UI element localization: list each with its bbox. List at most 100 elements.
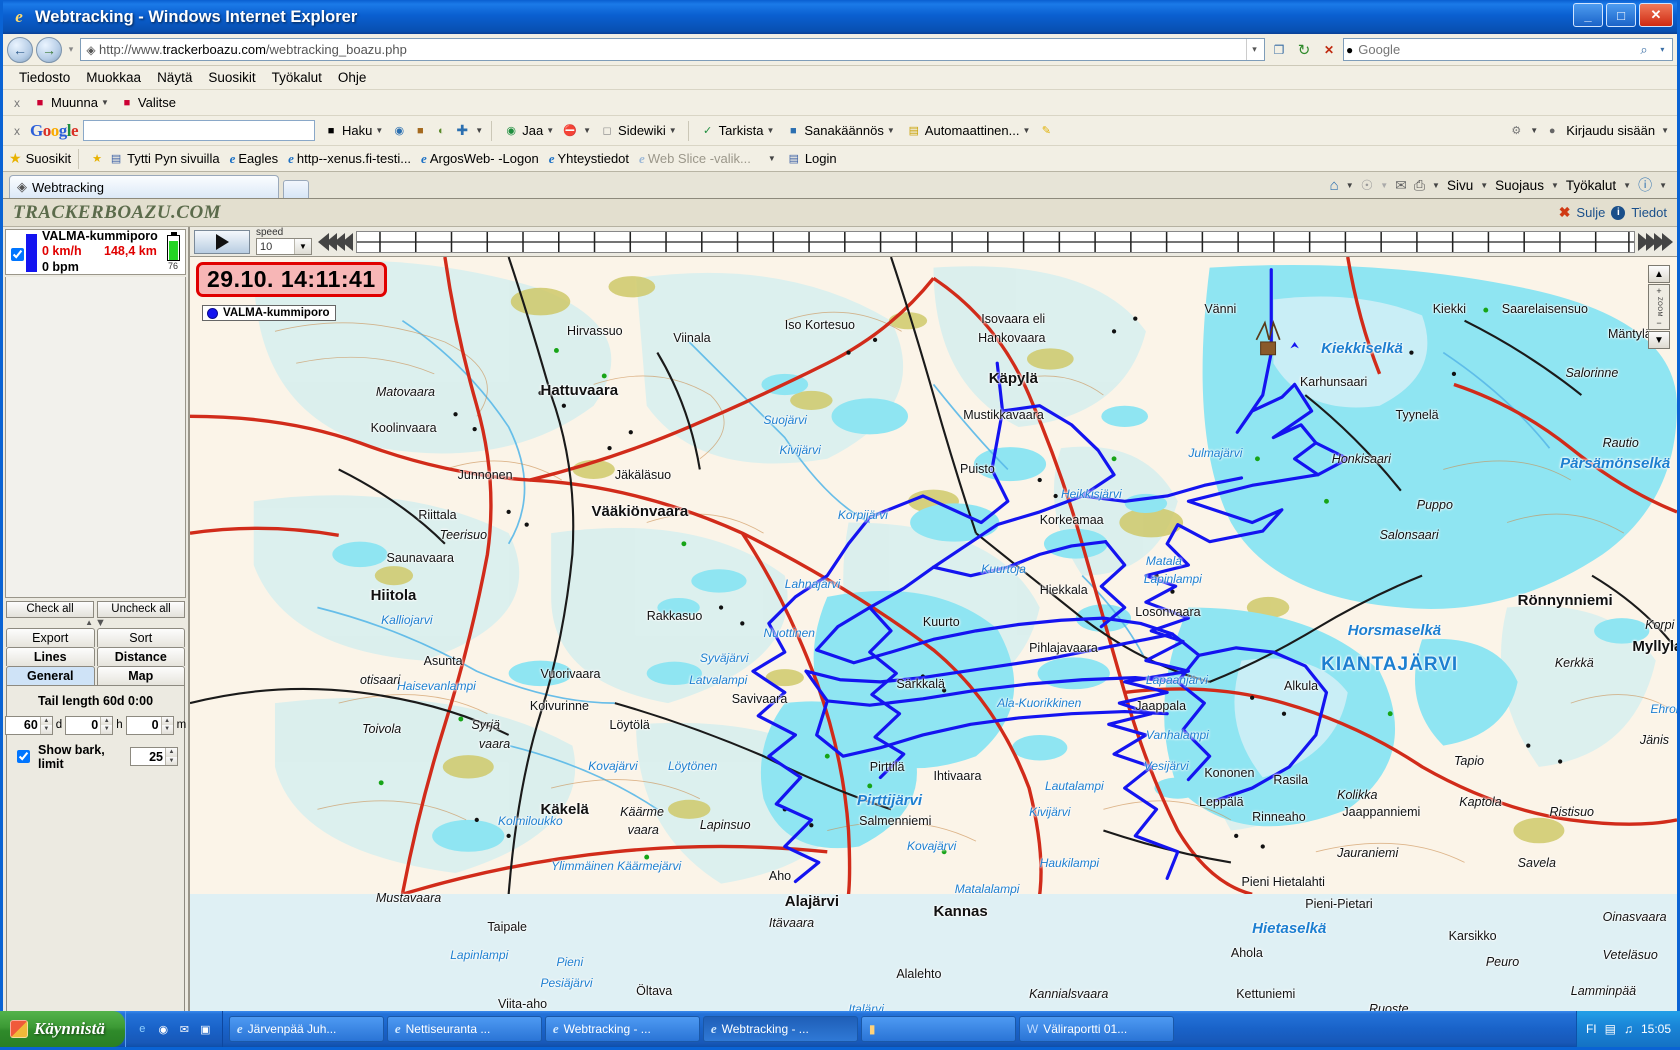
show-bark-checkbox[interactable]: [17, 750, 30, 763]
bark-limit-stepper[interactable]: 25 ▲ ▼: [130, 747, 178, 766]
favorite-yhteystiedot[interactable]: e Yhteystiedot: [546, 150, 632, 168]
unit-list-item[interactable]: VALMA-kummiporo 0 km/h 148,4 km 0 bpm 76: [5, 229, 186, 275]
info-link[interactable]: Tiedot: [1631, 205, 1667, 220]
menu-item-edit[interactable]: Muokkaa: [78, 68, 149, 87]
settings-icon[interactable]: ⚙: [1508, 123, 1524, 138]
minutes-stepper[interactable]: 0 ▲ ▼: [125, 715, 174, 735]
desktop-quicklaunch-icon[interactable]: ▣: [198, 1022, 213, 1037]
media-quicklaunch-icon[interactable]: ◉: [156, 1022, 171, 1037]
chevron-down-icon[interactable]: ▼: [887, 126, 895, 135]
pan-up-button[interactable]: ▲: [1648, 265, 1670, 283]
mail-quicklaunch-icon[interactable]: ✉: [177, 1022, 192, 1037]
tab-map[interactable]: Map: [96, 665, 185, 685]
minimize-button[interactable]: _: [1573, 3, 1603, 27]
chevron-down-icon[interactable]: ▼: [1661, 126, 1669, 135]
favorite-argosweb[interactable]: e ArgosWeb- -Logon: [418, 150, 542, 168]
clock[interactable]: 15:05: [1641, 1022, 1671, 1036]
cmd-safety[interactable]: Suojaus: [1495, 178, 1544, 193]
menu-item-view[interactable]: Näytä: [149, 68, 200, 87]
tab-general[interactable]: General: [6, 665, 95, 685]
chevron-down-icon[interactable]: ▼: [1432, 181, 1440, 190]
tab-sort[interactable]: Sort: [96, 627, 185, 647]
ie-quicklaunch-icon[interactable]: e: [135, 1022, 150, 1037]
chevron-down-icon[interactable]: ▼: [101, 98, 109, 107]
language-indicator[interactable]: FI: [1586, 1022, 1597, 1036]
search-input[interactable]: [1356, 41, 1634, 58]
chevron-down-icon[interactable]: ▼: [1022, 126, 1030, 135]
unit-checkbox[interactable]: [11, 248, 24, 261]
tab-distance[interactable]: Distance: [96, 646, 185, 666]
bark-limit-value[interactable]: 25: [131, 748, 165, 765]
unit-list-area[interactable]: [5, 277, 186, 598]
hours-stepper[interactable]: 0 ▲ ▼: [65, 715, 114, 735]
chevron-down-icon[interactable]: ▼: [1530, 126, 1538, 135]
favorites-label[interactable]: Suosikit: [26, 151, 72, 166]
favorite-login[interactable]: ▤ Login: [783, 150, 840, 167]
chevron-down-icon[interactable]: ▼: [1346, 181, 1354, 190]
select-button[interactable]: ■ Valitse: [116, 94, 179, 111]
signin-label[interactable]: Kirjaudu sisään: [1566, 123, 1655, 138]
autofill-button[interactable]: ▤ Automaattinen... ▼: [903, 122, 1034, 139]
minutes-arrows[interactable]: ▲ ▼: [160, 716, 173, 734]
task-kotkainfo[interactable]: ▮: [860, 1016, 1016, 1042]
rewind-button[interactable]: [318, 232, 353, 251]
task-webtracking-2[interactable]: e Webtracking - ...: [702, 1016, 858, 1042]
forward-button-player[interactable]: [1638, 232, 1673, 251]
address-dropdown-caret[interactable]: ▾: [1246, 39, 1262, 60]
hours-value[interactable]: 0: [66, 717, 100, 734]
close-icon[interactable]: ✖: [1559, 204, 1571, 221]
close-link[interactable]: Sulje: [1576, 205, 1605, 220]
days-arrows[interactable]: ▲ ▼: [39, 716, 52, 734]
home-icon[interactable]: ⌂: [1330, 177, 1339, 194]
bookmark-icon[interactable]: ■: [412, 123, 428, 138]
tab-lines[interactable]: Lines: [6, 646, 95, 666]
popup-blocker-icon[interactable]: ⛔: [562, 123, 578, 138]
translate-button[interactable]: ■ Sanakäännös ▼: [782, 122, 897, 139]
splitter-up-icon[interactable]: ▲: [85, 618, 93, 627]
speed-select[interactable]: 10 ▼: [256, 238, 312, 255]
compatibility-view-icon[interactable]: ❐: [1268, 39, 1290, 61]
close-button[interactable]: ✕: [1639, 3, 1673, 27]
spellcheck-button[interactable]: ✓ Tarkista ▼: [697, 122, 778, 139]
task-nettiseuranta[interactable]: e Nettiseuranta ...: [386, 1016, 542, 1042]
tab-export[interactable]: Export: [6, 627, 95, 647]
panel-splitter[interactable]: ▲ ▼: [3, 617, 188, 629]
pencil-icon[interactable]: ✎: [1038, 123, 1054, 138]
refresh-button[interactable]: ↻: [1293, 39, 1315, 61]
minutes-value[interactable]: 0: [127, 717, 161, 734]
days-value[interactable]: 60: [6, 717, 40, 734]
start-button[interactable]: Käynnistä: [0, 1011, 125, 1047]
maximize-button[interactable]: □: [1606, 3, 1636, 27]
menu-item-favorites[interactable]: Suosikit: [200, 68, 263, 87]
bark-limit-arrows[interactable]: ▲ ▼: [165, 748, 177, 765]
google-toolbar-close[interactable]: x: [9, 124, 25, 138]
print-icon[interactable]: ⎙: [1414, 177, 1425, 194]
pan-down-button[interactable]: ▼: [1648, 331, 1670, 349]
zoom-in-icon[interactable]: +: [1656, 286, 1661, 296]
sidewiki-button[interactable]: ◻ Sidewiki ▼: [596, 122, 680, 139]
task-webtracking-1[interactable]: e Webtracking - ...: [544, 1016, 700, 1042]
plus-icon[interactable]: ✚: [454, 122, 470, 138]
address-bar[interactable]: ◈ http://www.trackerboazu.com/webtrackin…: [80, 38, 1265, 61]
feeds-icon[interactable]: ☉: [1361, 177, 1374, 194]
chevron-down-icon[interactable]: ▼: [1480, 181, 1488, 190]
map-view[interactable]: Hirvassuo Viinala Iso Kortesuo Isovaara eli…: [190, 257, 1677, 1025]
menu-item-help[interactable]: Ohje: [330, 68, 375, 87]
search-caret-icon[interactable]: ▾: [1655, 45, 1670, 54]
globe-icon[interactable]: ◉: [391, 123, 407, 138]
unit-checkbox-wrap[interactable]: [8, 233, 26, 271]
recent-pages-caret[interactable]: ▾: [65, 44, 77, 55]
check-all-button[interactable]: Check all: [6, 600, 94, 618]
menu-item-tools[interactable]: Työkalut: [264, 68, 330, 87]
zoom-out-icon[interactable]: −: [1656, 318, 1661, 328]
chevron-down-icon[interactable]: ▼: [583, 126, 591, 135]
highlighter-icon[interactable]: ◐: [433, 123, 449, 138]
favorite-eagles[interactable]: e Eagles: [227, 150, 282, 168]
zoom-slider[interactable]: + ZOOM −: [1648, 284, 1670, 330]
cmd-page[interactable]: Sivu: [1447, 178, 1473, 193]
chevron-down-icon[interactable]: ▼: [1623, 181, 1631, 190]
tab-webtracking[interactable]: ◈ Webtracking: [9, 175, 279, 198]
chevron-down-icon[interactable]: ▼: [766, 126, 774, 135]
chevron-down-icon[interactable]: ▼: [294, 239, 311, 254]
convert-button[interactable]: ■ Muunna ▼: [29, 94, 112, 111]
